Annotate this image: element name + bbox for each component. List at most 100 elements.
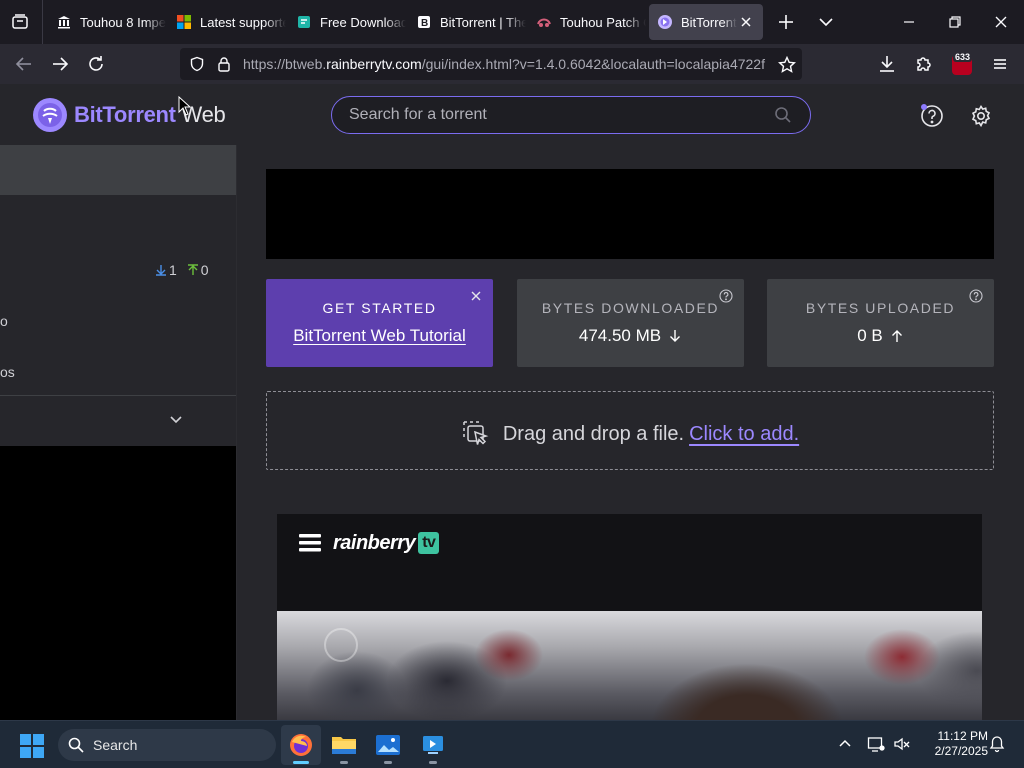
tab-separator <box>42 0 43 44</box>
url-text[interactable]: https://btweb.rainberrytv.com/gui/index.… <box>243 56 768 72</box>
remote-desktop-taskbar-icon[interactable] <box>413 725 453 765</box>
system-clock[interactable]: 11:12 PM 2/27/2025 <box>918 729 988 759</box>
drag-drop-cursor-icon <box>463 421 489 445</box>
photos-taskbar-icon[interactable] <box>368 725 408 765</box>
list-all-tabs-icon[interactable] <box>6 8 34 36</box>
search-icon <box>68 737 84 753</box>
bookmark-star-icon[interactable] <box>777 55 797 73</box>
bytes-uploaded-card: BYTES UPLOADED 0 B <box>767 279 994 367</box>
address-bar[interactable]: https://btweb.rainberrytv.com/gui/index.… <box>180 48 802 80</box>
speaker-muted-icon[interactable] <box>893 735 911 753</box>
upload-count: 0 <box>200 262 209 278</box>
reload-icon[interactable] <box>84 52 108 76</box>
url-prefix: https://btweb. <box>243 56 327 72</box>
logo-text: BitTorrent Web <box>74 102 226 128</box>
get-started-title: GET STARTED <box>322 300 437 316</box>
bytes-downloaded-card: BYTES DOWNLOADED 474.50 MB <box>517 279 744 367</box>
monitor-icon[interactable] <box>867 735 885 753</box>
clock-date: 2/27/2025 <box>934 744 988 758</box>
download-arrow-icon <box>156 265 166 276</box>
upload-arrow-icon <box>187 264 198 275</box>
bank-icon <box>56 14 72 30</box>
sidebar-selected-row[interactable] <box>0 145 236 195</box>
close-tab-icon[interactable] <box>737 13 755 31</box>
touhou-patch-icon <box>536 14 552 30</box>
torrent-search-input[interactable] <box>349 105 769 125</box>
browser-navigation-bar: https://btweb.rainberrytv.com/gui/index.… <box>0 44 1024 84</box>
sidebar-item-1[interactable]: o <box>0 313 8 329</box>
url-path: /gui/index.html?v=1.4.0.6042&localauth=l… <box>421 56 765 72</box>
drop-zone-text: Drag and drop a file. <box>502 422 685 445</box>
tab-title: Free Download Manager <box>320 14 406 30</box>
close-window-icon[interactable] <box>989 10 1013 34</box>
help-circle-icon[interactable] <box>969 289 983 303</box>
download-count: 1 <box>169 262 177 278</box>
notification-dot <box>921 104 927 110</box>
back-arrow-icon[interactable] <box>12 52 36 76</box>
bytes-downloaded-title: BYTES DOWNLOADED <box>541 300 720 316</box>
folder-icon <box>332 737 356 754</box>
file-drop-zone[interactable]: Drag and drop a file. Click to add. <box>266 391 994 470</box>
bytes-uploaded-value-row: 0 B <box>767 326 994 346</box>
rainberry-tv-logo[interactable]: rainberry tv <box>333 531 440 555</box>
lock-icon[interactable] <box>216 56 232 72</box>
search-icon[interactable] <box>774 106 792 124</box>
bytes-uploaded-title: BYTES UPLOADED <box>805 300 956 316</box>
running-indicator <box>384 761 392 764</box>
tab-title: BitTorrent | The Original <box>440 14 526 30</box>
app-header: BitTorrent Web <box>0 84 1024 145</box>
tab-touhou-patch-center[interactable]: Touhou Patch Center <box>528 4 646 40</box>
help-circle-icon[interactable] <box>719 289 733 303</box>
video-thumbnail[interactable] <box>277 611 982 720</box>
file-explorer-taskbar-icon[interactable] <box>324 725 364 765</box>
extensions-puzzle-icon[interactable] <box>912 52 936 76</box>
taskbar-search[interactable]: Search <box>58 729 276 761</box>
down-arrow-icon <box>670 330 681 342</box>
tab-title: Touhou Patch Center <box>560 14 646 30</box>
close-icon[interactable] <box>469 289 483 303</box>
tab-touhou-8[interactable]: Touhou 8 Imperishable <box>48 4 166 40</box>
tab-bittorrent-web[interactable]: BitTorrent Web <box>649 4 763 40</box>
firefox-taskbar-icon[interactable] <box>281 725 321 765</box>
tab-free-download-manager[interactable]: Free Download Manager <box>288 4 406 40</box>
forward-arrow-icon[interactable] <box>48 52 72 76</box>
tab-latest-supported[interactable]: Latest supported versions <box>168 4 286 40</box>
chevron-down-icon[interactable] <box>168 411 184 427</box>
ad-banner[interactable] <box>266 169 994 259</box>
menu-hamburger-icon[interactable] <box>988 52 1012 76</box>
running-indicator <box>429 761 437 764</box>
new-tab-icon[interactable] <box>774 10 798 34</box>
menu-hamburger-icon[interactable] <box>299 532 321 554</box>
bytes-downloaded-value: 474.50 MB <box>578 326 662 345</box>
rainberry-brand-text: rainberry <box>333 531 416 554</box>
chevron-down-icon[interactable] <box>814 10 838 34</box>
tutorial-link[interactable]: BitTorrent Web Tutorial <box>266 326 493 346</box>
bittorrent-b-icon: B <box>416 14 432 30</box>
tab-bittorrent-original[interactable]: B BitTorrent | The Original <box>408 4 526 40</box>
minimize-icon[interactable] <box>897 10 921 34</box>
downloads-icon[interactable] <box>875 52 899 76</box>
windows-taskbar: Search 11:12 PM 2/27/2025 <box>0 720 1024 768</box>
bytes-downloaded-value-row: 474.50 MB <box>517 326 744 346</box>
up-arrow-icon <box>891 330 902 342</box>
settings-gear-icon[interactable] <box>969 104 993 128</box>
bittorrent-web-logo[interactable]: BitTorrent Web <box>32 97 226 133</box>
tab-title: BitTorrent Web <box>681 14 737 30</box>
torrent-search-box[interactable] <box>331 96 811 134</box>
play-circle-icon[interactable] <box>324 628 358 662</box>
tab-title: Touhou 8 Imperishable <box>80 14 166 30</box>
logo-main: BitTorrent <box>74 102 176 127</box>
sidebar-item-2[interactable]: os <box>0 364 15 380</box>
bytes-uploaded-value: 0 B <box>857 326 883 345</box>
notification-bell-icon[interactable] <box>988 735 1006 753</box>
click-to-add-link[interactable]: Click to add. <box>689 423 799 446</box>
photos-icon <box>376 735 400 755</box>
tracking-shield-icon[interactable] <box>189 56 205 72</box>
remote-desktop-icon <box>423 736 443 754</box>
svg-text:B: B <box>421 18 428 29</box>
chevron-up-icon[interactable] <box>836 735 854 753</box>
restore-icon[interactable] <box>943 10 967 34</box>
sidebar: 1 0 o os <box>0 145 236 720</box>
windows-start-icon[interactable] <box>20 734 44 758</box>
tv-brand-mark: tv <box>418 532 440 554</box>
